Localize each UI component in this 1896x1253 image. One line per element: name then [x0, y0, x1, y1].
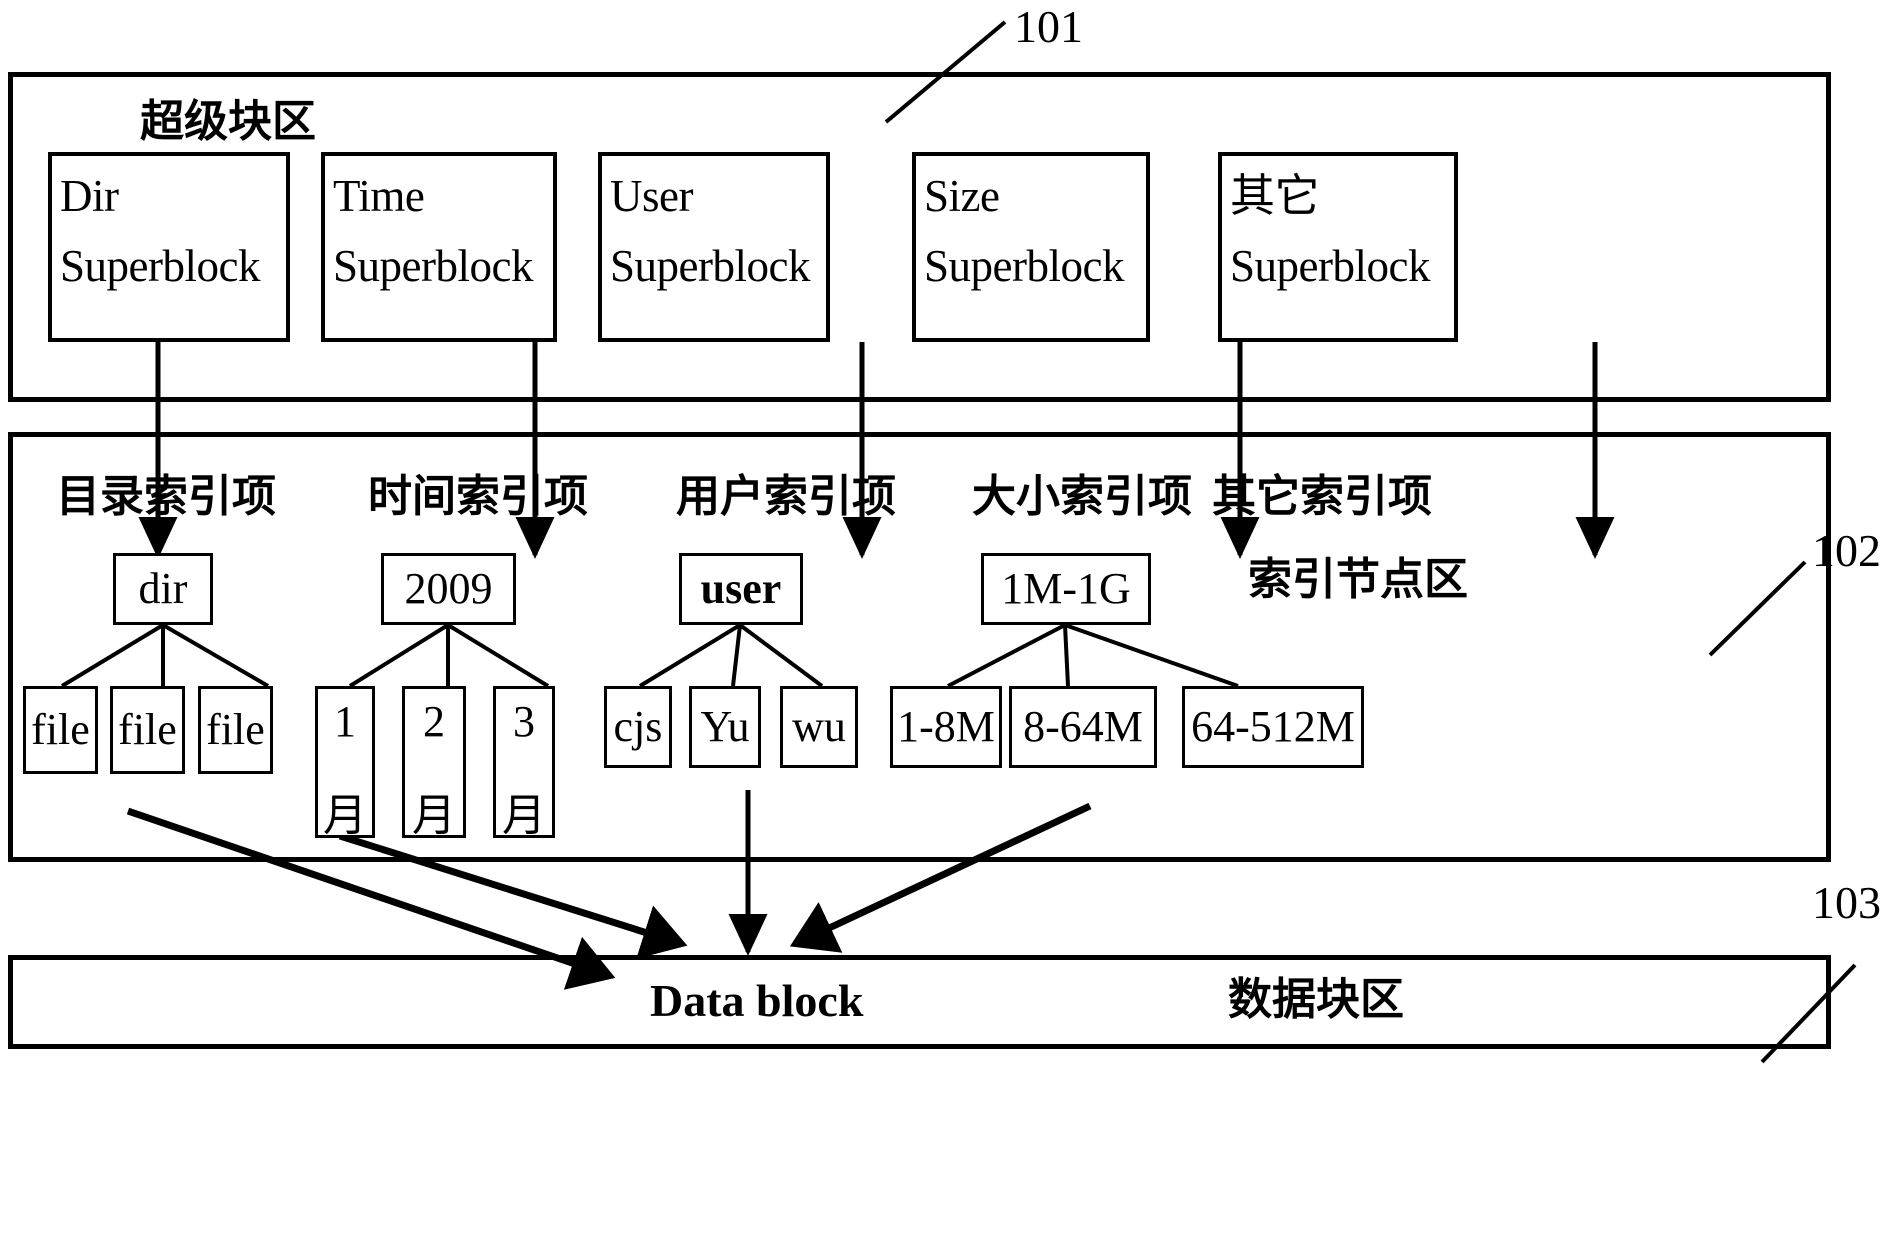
tree-root-size: 1M-1G	[981, 553, 1151, 625]
tree-leaf-time-month-3: 3 月	[493, 686, 555, 841]
index-category-label-other: 其它索引项	[1212, 471, 1432, 522]
superblock-size-line2: Superblock	[924, 240, 1124, 291]
tree-root-user: user	[679, 553, 803, 625]
tree-leaf-user-cjs: cjs	[604, 686, 672, 768]
tree-leaf-dir-file-2: file	[110, 686, 185, 774]
superblock-user-line1: User	[610, 171, 693, 221]
tree-leaf-time-month-1-num: 1	[334, 697, 356, 746]
tree-leaf-size-64-512m: 64-512M	[1182, 686, 1364, 768]
datablock-region	[8, 955, 1831, 1049]
superblock-dir-line2: Superblock	[60, 240, 260, 291]
ref-number-101: 101	[1014, 1, 1083, 52]
tree-leaf-time-month-2-num: 2	[423, 697, 445, 746]
superblock-dir-line1: Dir	[60, 171, 119, 221]
inode-region-label: 索引节点区	[1248, 554, 1468, 605]
superblock-region-label: 超级块区	[140, 96, 316, 147]
tree-root-dir: dir	[113, 553, 213, 625]
tree-leaf-user-yu: Yu	[689, 686, 761, 768]
superblock-size-line1: Size	[924, 171, 1000, 221]
inode-region	[8, 432, 1831, 862]
ref-number-103: 103	[1812, 877, 1881, 928]
superblock-other-line2: Superblock	[1230, 240, 1430, 291]
tree-leaf-size-1-8m: 1-8M	[890, 686, 1002, 768]
superblock-box-time: Time Superblock	[321, 152, 557, 342]
ref-number-102: 102	[1812, 525, 1881, 576]
tree-leaf-time-month-2: 2 月	[402, 686, 466, 841]
superblock-time-line2: Superblock	[333, 240, 533, 291]
data-block-label: Data block	[650, 975, 864, 1026]
tree-leaf-dir-file-3: file	[198, 686, 273, 774]
tree-leaf-size-8-64m: 8-64M	[1009, 686, 1157, 768]
superblock-other-line1: 其它	[1230, 171, 1320, 221]
tree-leaf-user-wu: wu	[780, 686, 858, 768]
tree-leaf-time-month-3-unit: 月	[502, 791, 546, 841]
superblock-box-dir: Dir Superblock	[48, 152, 290, 342]
datablock-region-label: 数据块区	[1228, 974, 1404, 1025]
tree-leaf-time-month-2-unit: 月	[412, 791, 456, 841]
superblock-box-size: Size Superblock	[912, 152, 1150, 342]
superblock-box-user: User Superblock	[598, 152, 830, 342]
index-category-label-size: 大小索引项	[972, 471, 1192, 522]
figure-canvas: 101 102 103 超级块区 Dir Superblock Time Sup…	[0, 0, 1896, 1253]
index-category-label-dir: 目录索引项	[56, 471, 276, 522]
tree-leaf-dir-file-1: file	[23, 686, 98, 774]
tree-root-2009: 2009	[381, 553, 516, 625]
tree-leaf-time-month-1-unit: 月	[323, 791, 367, 841]
index-category-label-time: 时间索引项	[368, 471, 588, 522]
superblock-box-other: 其它 Superblock	[1218, 152, 1458, 342]
superblock-time-line1: Time	[333, 171, 425, 221]
tree-leaf-time-month-3-num: 3	[513, 697, 535, 746]
tree-leaf-time-month-1: 1 月	[315, 686, 375, 841]
superblock-user-line2: Superblock	[610, 240, 810, 291]
index-category-label-user: 用户索引项	[676, 471, 896, 522]
